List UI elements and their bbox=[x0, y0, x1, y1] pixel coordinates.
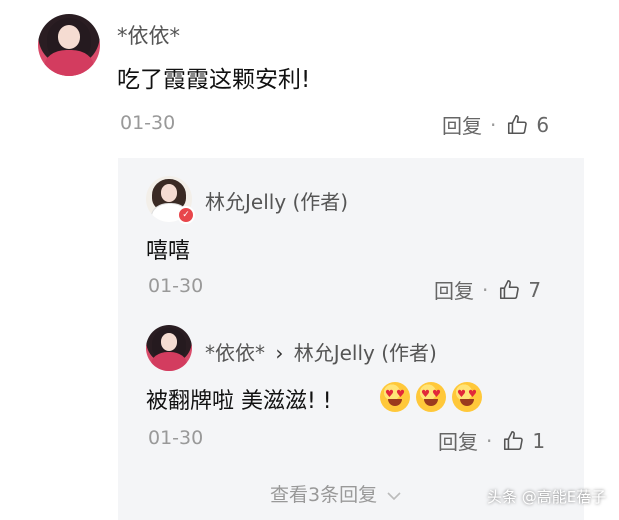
heart-eyes-emoji-icon: ♥ ♥ bbox=[380, 382, 410, 412]
comment-avatar[interactable] bbox=[38, 14, 100, 76]
like-count: 7 bbox=[528, 277, 542, 302]
avatar-face bbox=[57, 25, 81, 49]
like-count: 1 bbox=[532, 428, 546, 453]
thumbs-up-icon bbox=[504, 430, 524, 450]
avatar-body bbox=[44, 49, 94, 76]
heart-eyes-emoji-icon: ♥ ♥ bbox=[416, 382, 446, 412]
separator-dot: · bbox=[482, 277, 489, 302]
view-more-replies-label: 查看3条回复 bbox=[270, 484, 378, 506]
reply-button[interactable]: 回复 bbox=[434, 275, 474, 304]
verified-badge-icon: ✓ bbox=[177, 206, 195, 224]
chevron-down-icon bbox=[387, 492, 401, 501]
heart-eyes-emoji-icon: ♥ ♥ bbox=[452, 382, 482, 412]
reply-button[interactable]: 回复 bbox=[438, 426, 478, 455]
separator-dot: · bbox=[490, 112, 497, 137]
reply-actions: 回复 · 7 bbox=[434, 275, 541, 304]
avatar-face bbox=[160, 184, 178, 202]
reply-author-line: *依依* › 林允Jelly (作者) bbox=[205, 337, 437, 366]
reply-actions: 回复 · 1 bbox=[438, 426, 545, 455]
reply-text: 被翻牌啦 美滋滋! ! bbox=[146, 389, 332, 414]
thumbs-up-icon bbox=[500, 279, 520, 299]
avatar-body bbox=[150, 351, 188, 371]
like-button[interactable]: 1 bbox=[502, 429, 545, 453]
like-count: 6 bbox=[536, 112, 550, 137]
like-button[interactable]: 6 bbox=[506, 113, 549, 137]
comment-text: 吃了霞霞这颗安利! bbox=[117, 67, 311, 93]
reply-avatar[interactable] bbox=[146, 325, 192, 371]
reply-to-name[interactable]: 林允Jelly (作者) bbox=[294, 341, 437, 365]
reply-time: 01-30 bbox=[148, 275, 204, 297]
reply-time: 01-30 bbox=[148, 427, 204, 449]
reply-author[interactable]: *依依* bbox=[205, 341, 265, 365]
view-more-replies-button[interactable]: 查看3条回复 bbox=[270, 480, 401, 507]
comment-author[interactable]: *依依* bbox=[117, 20, 180, 50]
comment-actions: 回复 · 6 bbox=[442, 110, 549, 139]
reply-to-arrow-icon: › bbox=[275, 341, 284, 365]
like-button[interactable]: 7 bbox=[498, 278, 541, 302]
watermark-text: 头条 @高能E蓓子 bbox=[487, 488, 607, 506]
reply-button[interactable]: 回复 bbox=[442, 110, 482, 139]
reply-author[interactable]: 林允Jelly (作者) bbox=[205, 186, 348, 215]
reply-text: 嘻嘻 bbox=[146, 239, 191, 264]
avatar-face bbox=[160, 333, 178, 351]
thumbs-up-icon bbox=[508, 114, 528, 134]
comment-time: 01-30 bbox=[120, 112, 176, 134]
separator-dot: · bbox=[486, 428, 493, 453]
